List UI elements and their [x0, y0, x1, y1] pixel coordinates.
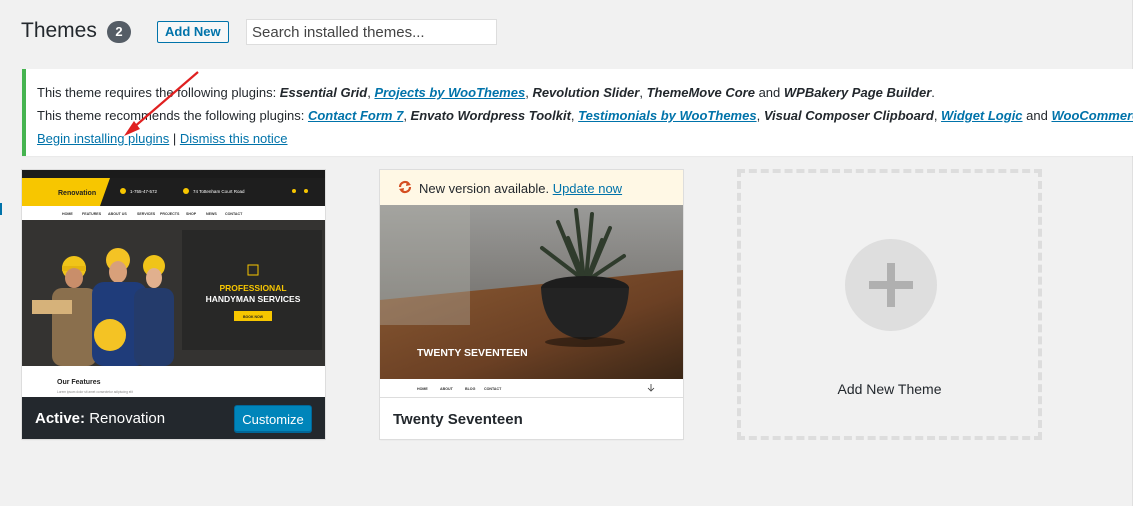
svg-text:FEATURES: FEATURES — [82, 212, 102, 216]
renovation-preview-image: Renovation 1-755-47-572 74 Tottenham Cou… — [22, 170, 325, 397]
theme-card-twenty-seventeen[interactable]: TWENTY SEVENTEEN HOME ABOUT BLOG CONTACT… — [379, 169, 684, 440]
search-input[interactable] — [246, 19, 497, 45]
plugin-link-testimonials[interactable]: Testimonials by WooThemes — [578, 108, 756, 123]
update-icon — [398, 180, 412, 194]
update-notice-text: New version available. — [419, 181, 553, 196]
page-title: Themes — [21, 19, 97, 42]
renovation-hero-line2: HANDYMAN SERVICES — [206, 294, 301, 304]
svg-text:SHOP: SHOP — [186, 212, 197, 216]
update-notice: New version available. Update now — [380, 170, 683, 205]
customize-button[interactable]: Customize — [234, 405, 312, 432]
required-plugins-line: This theme requires the following plugin… — [37, 85, 935, 100]
svg-text:SERVICES: SERVICES — [137, 212, 156, 216]
theme-footer-twenty-seventeen: Twenty Seventeen — [380, 397, 683, 439]
theme-screenshot-twenty-seventeen[interactable]: TWENTY SEVENTEEN HOME ABOUT BLOG CONTACT… — [380, 170, 683, 397]
svg-text:NEWS: NEWS — [206, 212, 217, 216]
plugin-envato-toolkit: Envato Wordpress Toolkit — [410, 108, 571, 123]
theme-screenshot-renovation[interactable]: Renovation 1-755-47-572 74 Tottenham Cou… — [22, 170, 325, 397]
twenty-seventeen-hero-text: TWENTY SEVENTEEN — [417, 347, 528, 359]
plugin-link-widget-logic[interactable]: Widget Logic — [941, 108, 1023, 123]
renovation-brand: Renovation — [58, 190, 96, 197]
theme-count-badge: 2 — [107, 21, 131, 43]
plugin-link-woocommerce[interactable]: WooCommerce — [1051, 108, 1133, 123]
svg-text:ABOUT US: ABOUT US — [108, 212, 127, 216]
plugin-wpbakery: WPBakery Page Builder — [783, 85, 932, 100]
recommended-plugins-line: This theme recommends the following plug… — [37, 108, 1133, 123]
add-new-theme-label: Add New Theme — [837, 381, 942, 397]
plugin-link-contact-form-7[interactable]: Contact Form 7 — [308, 108, 403, 123]
svg-text:BOOK NOW: BOOK NOW — [243, 315, 264, 319]
admin-menu-edge — [0, 203, 2, 215]
plugin-essential-grid: Essential Grid — [279, 85, 368, 100]
active-theme-name: Active: Renovation — [35, 410, 166, 427]
svg-text:Lorem ipsum dolor sit amet con: Lorem ipsum dolor sit amet consectetur a… — [57, 390, 133, 394]
plugin-link-projects-by-woothemes[interactable]: Projects by WooThemes — [374, 85, 525, 100]
svg-text:HOME: HOME — [62, 212, 73, 216]
plugin-thememove-core: ThemeMove Core — [646, 85, 755, 100]
theme-name-twenty-seventeen: Twenty Seventeen — [393, 411, 523, 428]
plus-icon — [845, 239, 937, 331]
svg-text:CONTACT: CONTACT — [484, 387, 502, 391]
svg-text:74 Tottenham Court Road: 74 Tottenham Court Road — [193, 189, 245, 194]
svg-text:CONTACT: CONTACT — [225, 212, 243, 216]
update-now-link[interactable]: Update now — [553, 181, 622, 196]
plugin-vc-clipboard: Visual Composer Clipboard — [763, 108, 934, 123]
svg-text:ABOUT: ABOUT — [440, 387, 454, 391]
svg-text:1-755-47-572: 1-755-47-572 — [130, 189, 158, 194]
notice-actions: Begin installing plugins | Dismiss this … — [37, 131, 288, 146]
svg-text:HOME: HOME — [417, 387, 428, 391]
plugin-notice: This theme requires the following plugin… — [22, 69, 1133, 156]
svg-text:PROJECTS: PROJECTS — [160, 212, 180, 216]
svg-text:Our Features: Our Features — [57, 379, 101, 386]
add-new-theme-card[interactable]: Add New Theme — [737, 169, 1042, 440]
svg-text:BLOG: BLOG — [465, 387, 476, 391]
theme-card-renovation[interactable]: Renovation 1-755-47-572 74 Tottenham Cou… — [21, 169, 326, 440]
plugin-revolution-slider: Revolution Slider — [532, 85, 640, 100]
renovation-hero-line1: PROFESSIONAL — [219, 283, 286, 293]
begin-installing-plugins-link[interactable]: Begin installing plugins — [37, 131, 169, 146]
active-theme-footer: Active: Renovation Customize — [22, 397, 325, 439]
add-new-button[interactable]: Add New — [157, 21, 229, 43]
dismiss-notice-link[interactable]: Dismiss this notice — [180, 131, 288, 146]
